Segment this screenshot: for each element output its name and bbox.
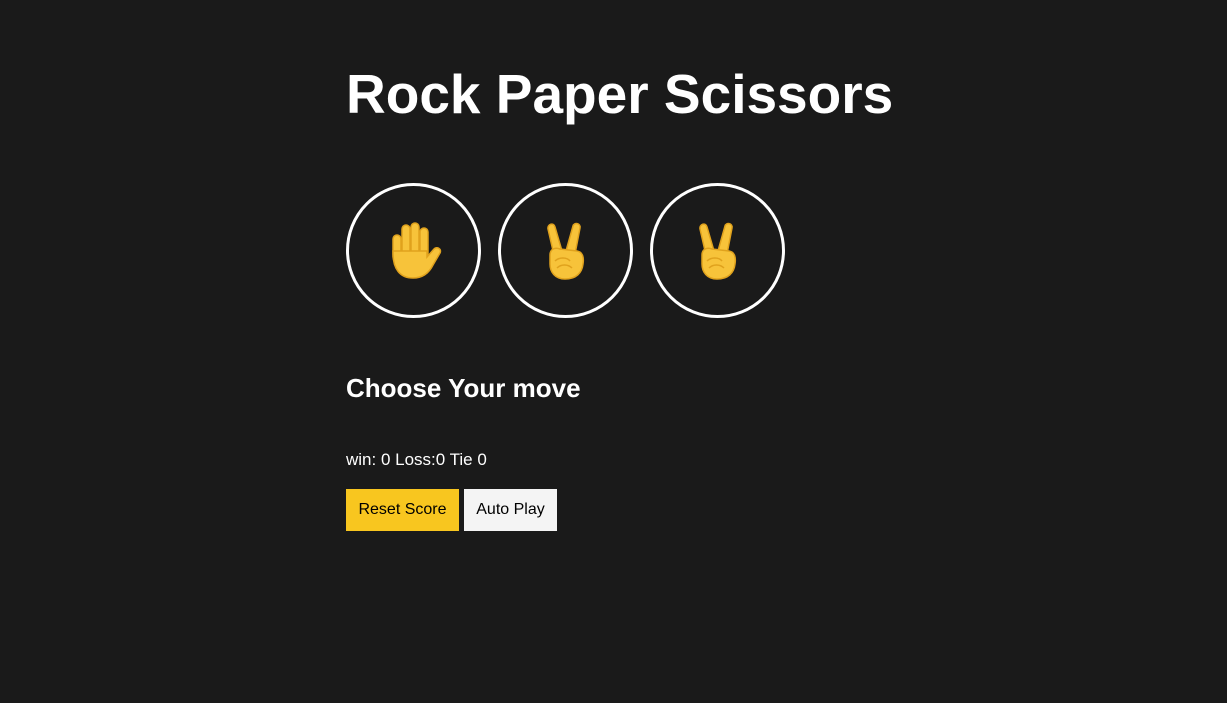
victory-hand-icon bbox=[698, 222, 736, 280]
auto-play-button[interactable]: Auto Play bbox=[464, 489, 557, 531]
move-button-1[interactable] bbox=[346, 183, 481, 318]
score-text: win: 0 Loss:0 Tie 0 bbox=[346, 450, 487, 469]
move-buttons bbox=[346, 183, 785, 318]
reset-score-button[interactable]: Reset Score bbox=[346, 489, 459, 531]
raised-hand-icon bbox=[391, 221, 441, 279]
move-prompt: Choose Your move bbox=[346, 373, 581, 403]
move-button-3[interactable] bbox=[650, 183, 785, 318]
page-title: Rock Paper Scissors bbox=[346, 63, 894, 125]
game-page: Rock Paper Scissors Choose Your move win… bbox=[0, 0, 1227, 703]
victory-hand-icon bbox=[546, 222, 584, 280]
move-button-2[interactable] bbox=[498, 183, 633, 318]
action-buttons: Reset Score Auto Play bbox=[346, 489, 557, 531]
